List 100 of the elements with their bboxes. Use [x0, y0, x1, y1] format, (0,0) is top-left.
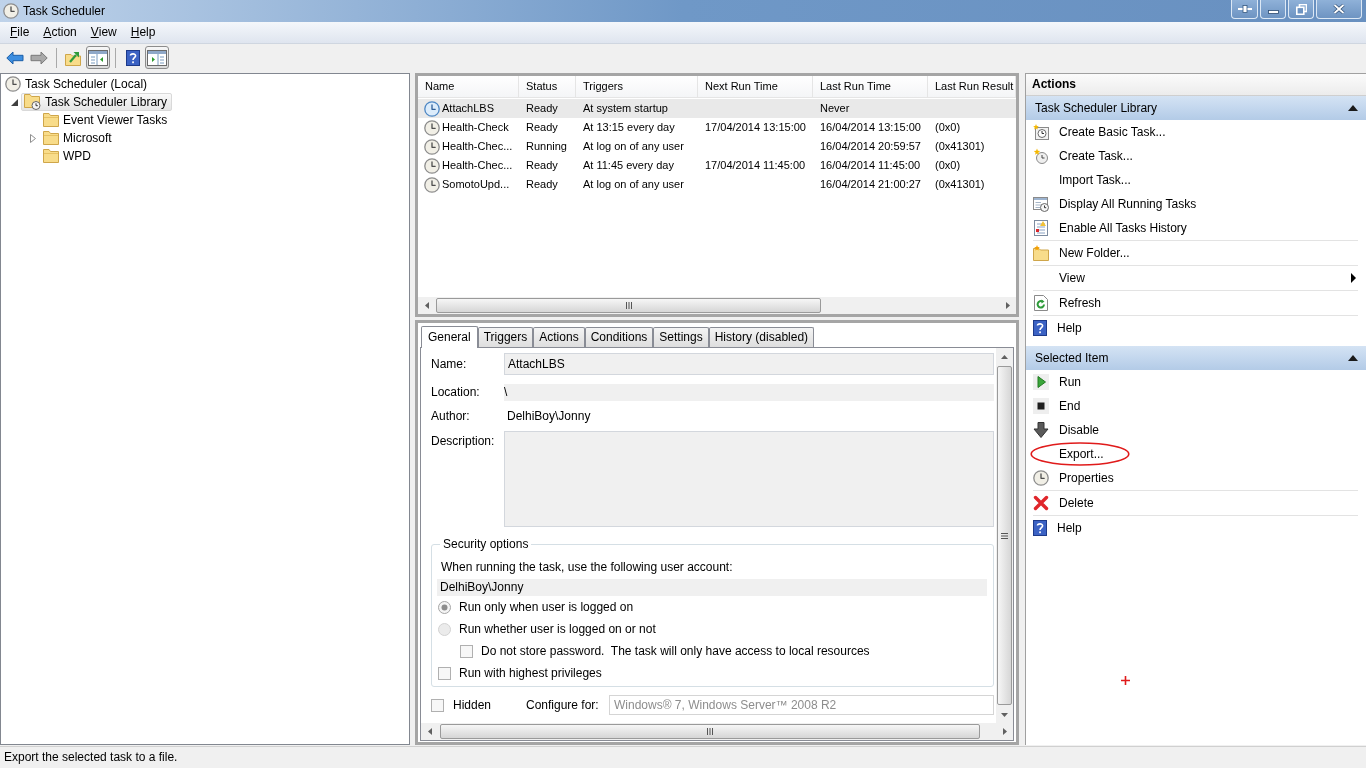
- radio-button[interactable]: [438, 600, 451, 614]
- tab[interactable]: General: [421, 326, 478, 348]
- table-cell: Health-Check: [442, 120, 509, 135]
- scrollbar-thumb[interactable]: [997, 366, 1012, 705]
- command-item[interactable]: View: [1026, 266, 1366, 290]
- scroll-right-arrow-icon[interactable]: [1005, 302, 1010, 309]
- command-item[interactable]: Export...: [1026, 442, 1366, 466]
- table-cell: At 13:15 every day: [583, 120, 675, 135]
- section-header[interactable]: Task Scheduler Library: [1026, 96, 1366, 120]
- task-row[interactable]: Health-Chec... Running At log on of any user 16/04/2014 20:59:57 (0x41301): [418, 137, 1016, 156]
- tab[interactable]: Actions: [533, 327, 585, 347]
- scroll-down-arrow-icon[interactable]: [1001, 712, 1008, 717]
- collapse-arrow-icon[interactable]: [1348, 355, 1358, 361]
- horizontal-scrollbar[interactable]: [421, 723, 1013, 740]
- menu-item[interactable]: Action: [36, 22, 84, 43]
- command-item[interactable]: Import Task...: [1026, 168, 1366, 192]
- column-header[interactable]: Last Run Result: [928, 76, 1016, 97]
- command-item[interactable]: Create Basic Task...: [1026, 120, 1366, 144]
- read-only-field[interactable]: \: [504, 384, 994, 401]
- checkbox[interactable]: [438, 666, 451, 680]
- command-item[interactable]: Delete: [1026, 491, 1366, 515]
- scrollbar-thumb[interactable]: [440, 724, 980, 739]
- command-item[interactable]: Run: [1026, 370, 1366, 394]
- pin-button[interactable]: [1231, 0, 1258, 19]
- table-cell: Ready: [526, 177, 558, 192]
- horizontal-scrollbar[interactable]: [418, 297, 1016, 314]
- scroll-right-arrow-icon[interactable]: [1002, 728, 1007, 735]
- radio-button[interactable]: [438, 622, 451, 636]
- task-row[interactable]: AttachLBS Ready At system startup Never: [418, 99, 1016, 118]
- pane-header: Actions: [1026, 74, 1366, 96]
- scroll-up-arrow-icon[interactable]: [1001, 354, 1008, 359]
- configure-for-dropdown[interactable]: Windows® 7, Windows Server™ 2008 R2: [609, 695, 994, 715]
- command-item[interactable]: Properties: [1026, 466, 1366, 490]
- command-item[interactable]: Disable: [1026, 418, 1366, 442]
- minimize-button[interactable]: [1260, 0, 1286, 19]
- text-field[interactable]: AttachLBS: [504, 353, 994, 375]
- column-header[interactable]: Name: [418, 76, 519, 97]
- command-item[interactable]: End: [1026, 394, 1366, 418]
- table-cell: At log on of any user: [583, 177, 684, 192]
- delete-icon: [1033, 495, 1049, 511]
- task-row[interactable]: Health-Chec... Ready At 11:45 every day 17/04/2014 11:45:00 16/04/2014 11:45:00 (0x0): [418, 156, 1016, 175]
- stop-icon: [1033, 398, 1049, 414]
- command-item[interactable]: Create Task...: [1026, 144, 1366, 168]
- submenu-arrow-icon[interactable]: [1351, 273, 1356, 283]
- help-icon: [126, 49, 140, 66]
- table-cell: 17/04/2014 13:15:00: [705, 120, 806, 135]
- scroll-left-arrow-icon[interactable]: [424, 302, 429, 309]
- command-item[interactable]: Refresh: [1026, 291, 1366, 315]
- collapse-arrow-icon[interactable]: [1348, 105, 1358, 111]
- tree-item[interactable]: Task Scheduler (Local): [2, 75, 153, 93]
- close-button[interactable]: [1316, 0, 1362, 19]
- tree-item[interactable]: WPD: [40, 147, 96, 165]
- menu-item[interactable]: Help: [123, 22, 163, 43]
- tab[interactable]: Settings: [653, 327, 709, 347]
- command-item[interactable]: Enable All Tasks History: [1026, 216, 1366, 240]
- table-cell: (0x0): [935, 120, 961, 135]
- command-item[interactable]: Display All Running Tasks: [1026, 192, 1366, 216]
- collapse-arrow-icon[interactable]: [10, 98, 18, 106]
- checkbox[interactable]: [460, 644, 473, 658]
- table-cell: Health-Chec...: [442, 158, 513, 173]
- tab[interactable]: Triggers: [477, 327, 534, 347]
- table-cell: At log on of any user: [583, 139, 684, 154]
- restore-button[interactable]: [1288, 0, 1314, 19]
- refresh-icon: [1033, 295, 1049, 311]
- clock-icon: [424, 138, 440, 155]
- task-row[interactable]: SomotoUpd... Ready At log on of any user 16/04/2014 21:00:27 (0x41301): [418, 175, 1016, 194]
- tree-item[interactable]: Event Viewer Tasks: [40, 111, 173, 129]
- table-cell: (0x41301): [935, 139, 985, 154]
- scrollbar-thumb[interactable]: [436, 298, 821, 313]
- command-item[interactable]: Help: [1026, 516, 1366, 540]
- menu-item[interactable]: View: [83, 22, 124, 43]
- clock-icon: [424, 157, 440, 174]
- grip-icon: [625, 302, 632, 309]
- option-label: Run only when user is logged on: [459, 599, 634, 615]
- table-cell: Running: [526, 139, 567, 154]
- table-cell: Ready: [526, 158, 558, 173]
- toolbar-button[interactable]: [145, 46, 169, 69]
- column-header[interactable]: Last Run Time: [813, 76, 928, 97]
- expand-arrow-icon[interactable]: [30, 133, 36, 143]
- folder-icon: [43, 113, 59, 127]
- pane-left-icon: [88, 49, 108, 66]
- tree-item[interactable]: Microsoft: [40, 129, 117, 147]
- section-header[interactable]: Selected Item: [1026, 346, 1366, 370]
- tab[interactable]: History (disabled): [708, 327, 815, 347]
- checkbox[interactable]: [431, 698, 444, 712]
- command-item[interactable]: Help: [1026, 316, 1366, 340]
- back-arrow-icon: [6, 50, 24, 65]
- command-item[interactable]: New Folder...: [1026, 241, 1366, 265]
- tab[interactable]: Conditions: [584, 327, 654, 347]
- vertical-scrollbar[interactable]: [996, 348, 1013, 723]
- table-cell: AttachLBS: [442, 101, 494, 116]
- column-header[interactable]: Status: [519, 76, 576, 97]
- toolbar-button[interactable]: [86, 46, 110, 69]
- user-account-field[interactable]: DelhiBoy\Jonny: [437, 579, 987, 596]
- task-row[interactable]: Health-Check Ready At 13:15 every day 17/04/2014 13:15:00 16/04/2014 13:15:00 (0x0): [418, 118, 1016, 137]
- column-header[interactable]: Next Run Time: [698, 76, 813, 97]
- tree-item[interactable]: Task Scheduler Library: [21, 93, 173, 111]
- menu-item[interactable]: File: [3, 22, 37, 43]
- scroll-left-arrow-icon[interactable]: [427, 728, 432, 735]
- column-header[interactable]: Triggers: [576, 76, 698, 97]
